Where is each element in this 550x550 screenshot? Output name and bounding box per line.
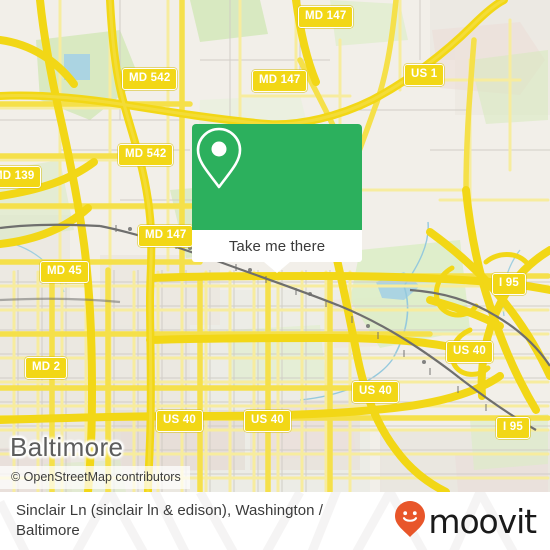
footer-bar: Sinclair Ln (sinclair ln & edison), Wash… bbox=[0, 492, 550, 550]
moovit-smiley-pin-icon bbox=[393, 499, 427, 544]
road-shield: US 1 bbox=[404, 64, 445, 86]
road-shield: I 95 bbox=[496, 417, 530, 439]
place-title: Sinclair Ln (sinclair ln & edison), Wash… bbox=[16, 502, 323, 539]
road-shield: MD 139 bbox=[0, 166, 42, 188]
city-label: Baltimore bbox=[10, 432, 124, 462]
road-shield: US 40 bbox=[446, 341, 493, 363]
take-me-there-label: Take me there bbox=[228, 237, 326, 255]
road-shield: US 40 bbox=[156, 410, 203, 432]
screenshot-root: .rd{fill:none;stroke:#f5e04a;stroke-line… bbox=[0, 0, 550, 550]
map-canvas[interactable]: .rd{fill:none;stroke:#f5e04a;stroke-line… bbox=[0, 0, 550, 492]
callout-pointer-tail bbox=[264, 262, 290, 273]
road-shield: MD 542 bbox=[118, 144, 174, 166]
osm-attribution[interactable]: © OpenStreetMap contributors bbox=[0, 466, 190, 489]
road-shield: MD 2 bbox=[25, 357, 68, 379]
road-shield: MD 147 bbox=[138, 225, 194, 247]
location-callout-card[interactable]: Take me there bbox=[192, 124, 362, 273]
take-me-there-button[interactable]: Take me there bbox=[192, 230, 362, 273]
road-shield: US 40 bbox=[244, 410, 291, 432]
moovit-wordmark: moovit bbox=[428, 501, 537, 541]
road-shield: MD 147 bbox=[252, 70, 308, 92]
road-shield: US 40 bbox=[352, 381, 399, 403]
callout-icon-area bbox=[192, 124, 362, 230]
moovit-logo[interactable]: moovit bbox=[393, 499, 537, 544]
road-shield: I 95 bbox=[492, 273, 526, 295]
road-shield: MD 542 bbox=[122, 68, 178, 90]
road-shield: MD 147 bbox=[298, 6, 354, 28]
road-shield: MD 45 bbox=[40, 261, 89, 283]
